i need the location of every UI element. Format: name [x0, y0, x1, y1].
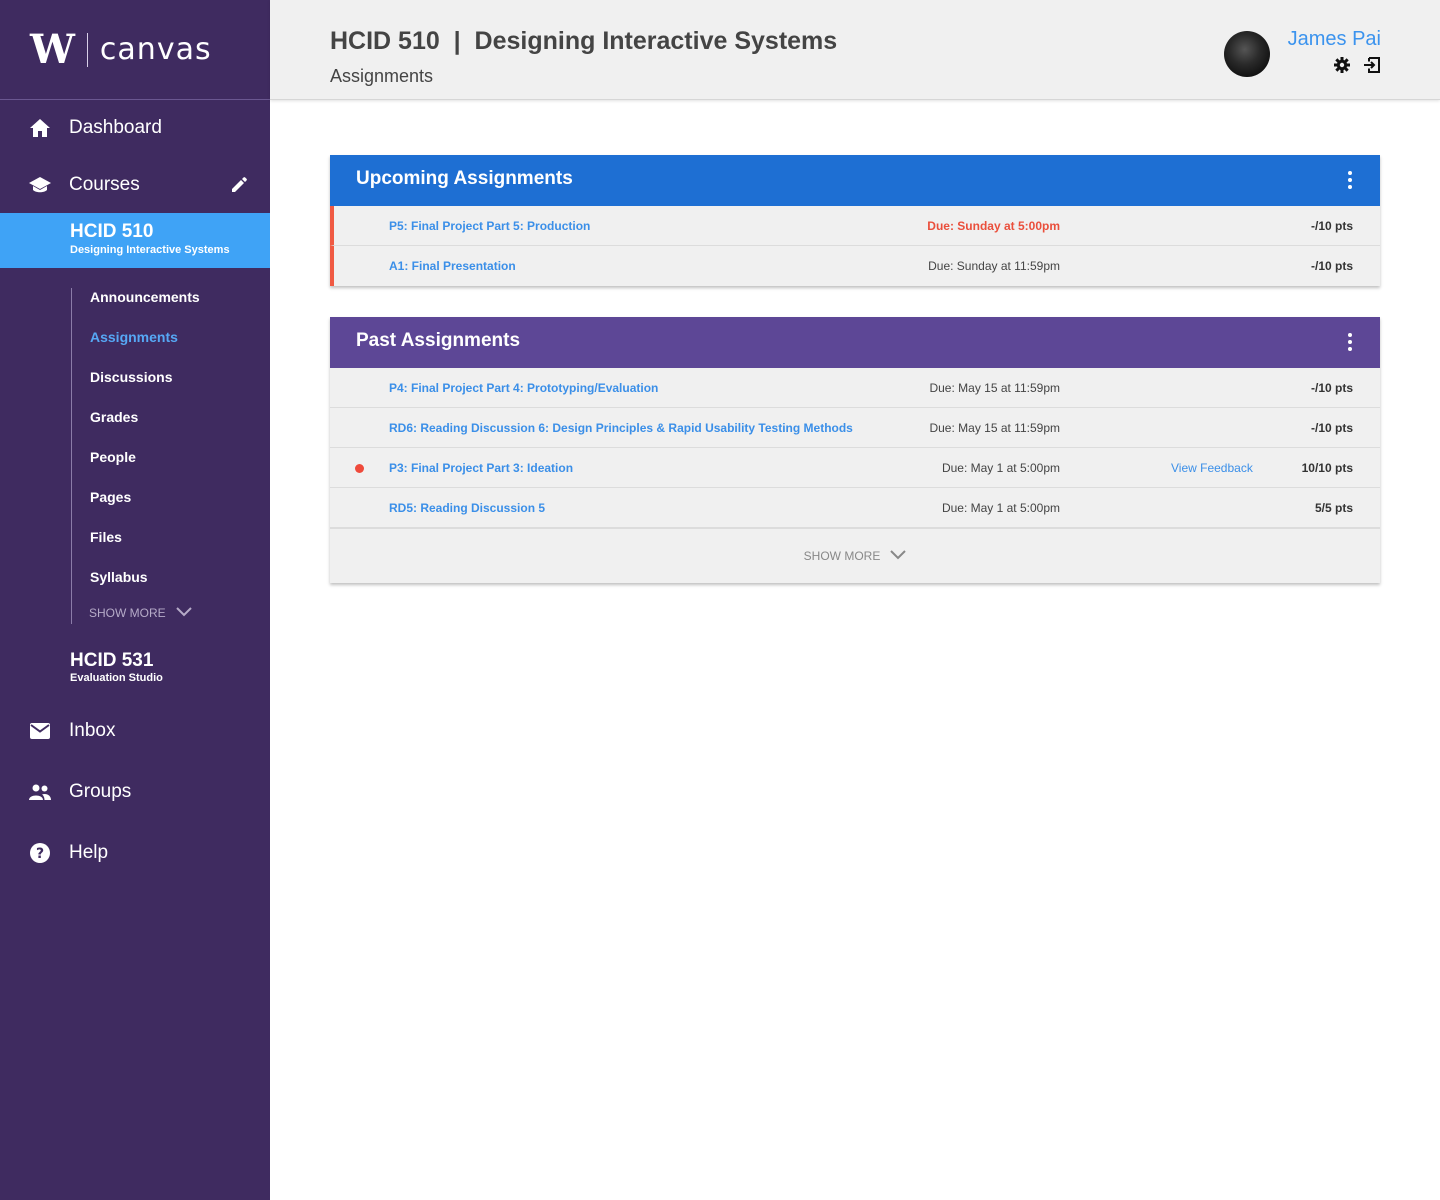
nav-help[interactable]: ? Help	[0, 833, 270, 873]
uw-logo: W	[30, 26, 75, 73]
subnav-assignments[interactable]: Assignments	[90, 329, 178, 345]
show-more-button[interactable]: SHOW MORE	[330, 528, 1380, 583]
brand-logo[interactable]: W canvas	[0, 0, 270, 100]
logout-icon[interactable]	[1363, 56, 1381, 74]
nav-help-label: Help	[69, 842, 109, 863]
help-icon: ?	[28, 841, 52, 865]
nav-courses[interactable]: Courses	[0, 165, 270, 205]
nav-inbox[interactable]: Inbox	[0, 711, 270, 751]
brand-divider	[86, 32, 88, 67]
people-icon	[28, 780, 52, 804]
assignment-due: Due: May 1 at 5:00pm	[941, 461, 1060, 475]
new-feedback-dot-icon	[355, 464, 364, 473]
assignment-title-link[interactable]: A1: Final Presentation	[389, 259, 516, 273]
card-title: Upcoming Assignments	[356, 168, 573, 189]
more-options-icon[interactable]	[1346, 333, 1354, 353]
page-subtitle: Assignments	[330, 66, 434, 86]
upcoming-assignments-card: Upcoming Assignments P5: Final Project P…	[330, 155, 1380, 286]
nav-dashboard[interactable]: Dashboard	[0, 108, 270, 148]
assignment-title-link[interactable]: RD5: Reading Discussion 5	[389, 501, 545, 515]
assignment-due: Due: Sunday at 5:00pm	[927, 219, 1060, 233]
chevron-down-icon	[166, 606, 192, 620]
assignment-title-link[interactable]: RD6: Reading Discussion 6: Design Princi…	[389, 421, 853, 435]
chevron-down-icon	[880, 549, 907, 563]
nav-courses-label: Courses	[69, 174, 140, 195]
subnav-syllabus[interactable]: Syllabus	[90, 569, 148, 585]
brand-name: canvas	[99, 32, 212, 67]
page-title: HCID 510 | Designing Interactive Systems	[330, 27, 838, 55]
assignment-row[interactable]: A1: Final Presentation Due: Sunday at 11…	[330, 246, 1380, 286]
assignment-due: Due: May 1 at 5:00pm	[941, 501, 1060, 515]
past-assignments-card: Past Assignments P4: Final Project Part …	[330, 317, 1380, 583]
subnav-show-more[interactable]: SHOW MORE	[89, 606, 192, 620]
assignment-title-link[interactable]: P5: Final Project Part 5: Production	[389, 219, 590, 233]
show-more-label: SHOW MORE	[803, 549, 881, 563]
assignment-title-link[interactable]: P3: Final Project Part 3: Ideation	[389, 461, 573, 475]
subnav-announcements[interactable]: Announcements	[90, 289, 200, 305]
page-header: HCID 510 | Designing Interactive Systems…	[270, 0, 1440, 100]
assignment-due: Due: May 15 at 11:59pm	[929, 421, 1060, 435]
course-name: Designing Interactive Systems	[70, 244, 230, 256]
course-name: Evaluation Studio	[70, 672, 163, 684]
user-name-link[interactable]: James Pai	[1288, 28, 1381, 51]
assignment-title-link[interactable]: P4: Final Project Part 4: Prototyping/Ev…	[389, 381, 658, 395]
mail-icon	[28, 719, 52, 743]
view-feedback-link[interactable]: View Feedback	[1171, 461, 1253, 475]
sidebar: W canvas Dashboard Courses HCID 510 Desi…	[0, 0, 270, 1200]
subnav-pages[interactable]: Pages	[90, 489, 131, 505]
course-code: HCID 510	[70, 221, 154, 242]
subnav-people[interactable]: People	[90, 449, 136, 465]
nav-groups-label: Groups	[69, 781, 132, 802]
assignment-points: -/10 pts	[1310, 219, 1353, 233]
card-header: Upcoming Assignments	[330, 155, 1380, 206]
subnav-files[interactable]: Files	[90, 529, 122, 545]
assignment-due: Due: Sunday at 11:59pm	[928, 259, 1060, 273]
card-header: Past Assignments	[330, 317, 1380, 368]
assignment-points: 10/10 pts	[1301, 461, 1353, 475]
assignment-row[interactable]: P4: Final Project Part 4: Prototyping/Ev…	[330, 368, 1380, 408]
course-hcid531[interactable]: HCID 531 Evaluation Studio	[0, 648, 270, 693]
assignment-row[interactable]: P5: Final Project Part 5: Production Due…	[330, 206, 1380, 246]
svg-text:?: ?	[36, 846, 44, 862]
nav-inbox-label: Inbox	[69, 720, 116, 741]
nav-groups[interactable]: Groups	[0, 772, 270, 812]
subnav-show-more-label: SHOW MORE	[89, 606, 166, 620]
gear-icon[interactable]	[1333, 56, 1351, 74]
course-code: HCID 531	[70, 650, 154, 671]
course-hcid510[interactable]: HCID 510 Designing Interactive Systems	[0, 213, 270, 268]
assignment-points: 5/5 pts	[1314, 501, 1353, 515]
subnav-divider	[71, 288, 72, 624]
more-options-icon[interactable]	[1346, 171, 1354, 191]
assignment-row[interactable]: RD6: Reading Discussion 6: Design Princi…	[330, 408, 1380, 448]
subnav-discussions[interactable]: Discussions	[90, 369, 172, 385]
assignment-row[interactable]: RD5: Reading Discussion 5 Due: May 1 at …	[330, 488, 1380, 528]
assignment-points: -/10 pts	[1310, 421, 1353, 435]
subnav-grades[interactable]: Grades	[90, 409, 138, 425]
nav-dashboard-label: Dashboard	[69, 117, 162, 138]
assignment-points: -/10 pts	[1310, 381, 1353, 395]
assignment-row[interactable]: P3: Final Project Part 3: Ideation Due: …	[330, 448, 1380, 488]
assignment-due: Due: May 15 at 11:59pm	[929, 381, 1060, 395]
card-title: Past Assignments	[356, 330, 521, 351]
pencil-icon[interactable]	[229, 175, 249, 195]
avatar[interactable]	[1224, 31, 1270, 77]
assignment-points: -/10 pts	[1310, 259, 1353, 273]
home-icon	[28, 116, 52, 140]
graduation-cap-icon	[28, 173, 52, 197]
